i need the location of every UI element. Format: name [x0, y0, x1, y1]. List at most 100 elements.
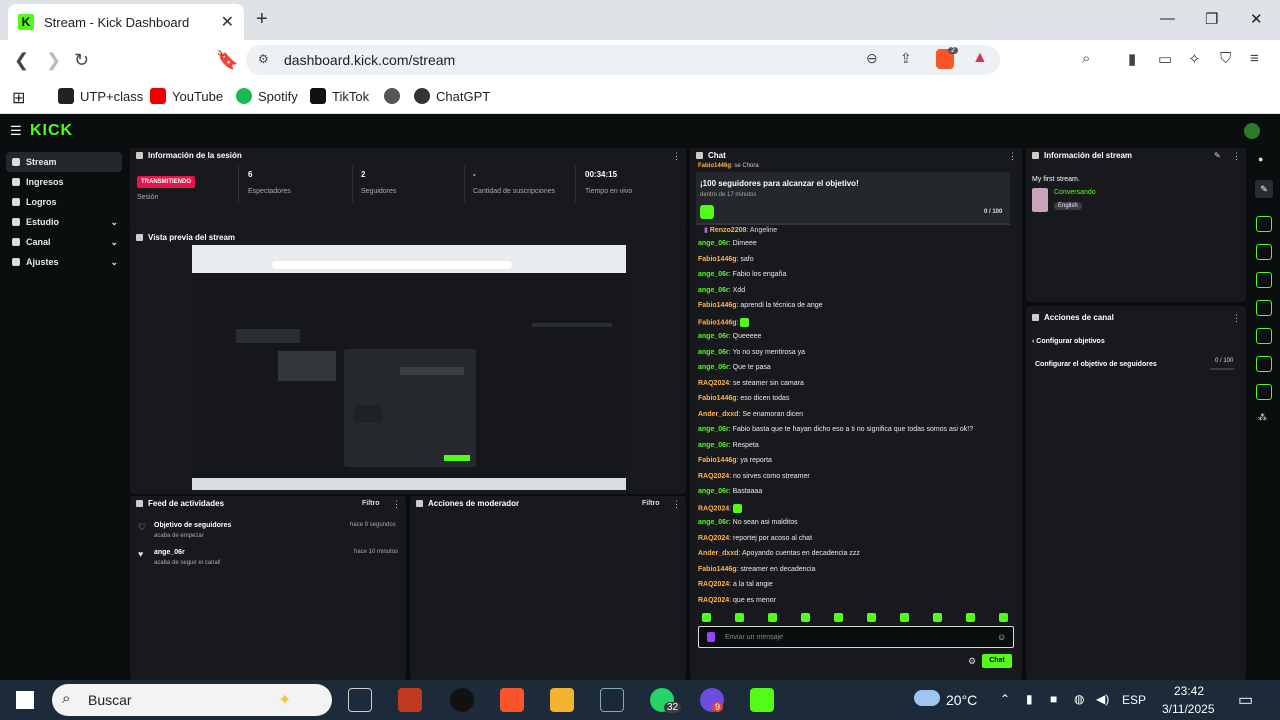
emote-icon[interactable]: [735, 613, 744, 622]
chat-username[interactable]: ange_06r: [698, 488, 729, 495]
sidebar-item-estudio[interactable]: Estudio ⌄: [6, 212, 122, 232]
category-link[interactable]: Conversando: [1054, 189, 1096, 196]
sidebar-item-stream[interactable]: Stream: [6, 152, 122, 172]
close-tab-icon[interactable]: ✕: [221, 12, 234, 32]
windows-start-icon[interactable]: [16, 691, 34, 709]
more-icon[interactable]: ⁂: [1258, 412, 1267, 423]
chat-username[interactable]: RAQ2024: [698, 380, 729, 387]
chat-username[interactable]: ange_06r: [698, 240, 729, 247]
tab-search-icon[interactable]: ⌕: [1082, 50, 1090, 67]
emote-icon[interactable]: [966, 613, 975, 622]
chat-username[interactable]: Fabio1446g: [698, 319, 737, 326]
chat-username[interactable]: ange_06r: [698, 519, 729, 526]
identity-icon[interactable]: [707, 632, 715, 642]
emote-icon[interactable]: [933, 613, 942, 622]
sidebar-toggle-icon[interactable]: ▮: [1128, 50, 1136, 68]
chat-settings-icon[interactable]: ⚙: [968, 656, 976, 667]
forward-icon[interactable]: ❯: [46, 50, 61, 71]
kebab-menu-icon[interactable]: ⋮: [672, 499, 681, 510]
volume-icon[interactable]: ◀): [1096, 692, 1109, 706]
rail-action-icon[interactable]: [1256, 300, 1272, 316]
send-chat-button[interactable]: Chat: [982, 654, 1012, 668]
kick-taskbar-icon[interactable]: [750, 688, 774, 712]
filter-button[interactable]: Filtro: [362, 500, 380, 507]
chat-username[interactable]: Ander_dxxd: [698, 411, 738, 418]
chat-username[interactable]: ange_06r: [698, 426, 729, 433]
sidebar-item-logros[interactable]: Logros: [6, 192, 122, 212]
bookmark-icon[interactable]: 🔖: [216, 50, 238, 71]
filter-button[interactable]: Filtro: [642, 500, 660, 507]
app-icon[interactable]: [398, 688, 422, 712]
app-icon[interactable]: [450, 688, 474, 712]
language-indicator[interactable]: ESP: [1122, 693, 1146, 707]
bookmark-chatgpt[interactable]: ChatGPT: [414, 88, 490, 104]
follower-goal-card[interactable]: ¡100 seguidores para alcanzar el objetiv…: [696, 172, 1010, 225]
chat-username[interactable]: RAQ2024: [698, 535, 729, 542]
chat-username[interactable]: Fabio1446g: [698, 302, 737, 309]
emote-icon[interactable]: [768, 613, 777, 622]
chat-username[interactable]: RAQ2024: [698, 505, 729, 512]
minimize-icon[interactable]: —: [1160, 10, 1175, 27]
bookmark-spotify[interactable]: Spotify: [236, 88, 298, 104]
clock-time[interactable]: 23:42: [1174, 684, 1204, 698]
kebab-menu-icon[interactable]: ⋮: [1008, 151, 1017, 162]
taskbar-search[interactable]: ⌕ Buscar ✦: [52, 684, 332, 716]
camera-icon[interactable]: ■: [1050, 692, 1057, 706]
kebab-menu-icon[interactable]: ⋮: [1232, 151, 1241, 162]
chat-username[interactable]: ange_06r: [698, 287, 729, 294]
chat-username[interactable]: Fabio1446g: [698, 566, 737, 573]
chat-username[interactable]: ange_06r: [698, 442, 729, 449]
notifications-icon[interactable]: ▭: [1238, 690, 1253, 710]
sidebar-item-ingresos[interactable]: Ingresos: [6, 172, 122, 192]
follower-goal-setting[interactable]: Configurar el objetivo de seguidores: [1035, 361, 1157, 368]
emote-icon[interactable]: [900, 613, 909, 622]
kick-logo[interactable]: KICK: [30, 122, 73, 140]
vpn-icon[interactable]: ⛉: [1220, 50, 1231, 67]
brave-rewards-icon[interactable]: ▲: [972, 49, 988, 67]
zoom-icon[interactable]: ⊖: [866, 50, 878, 67]
emote-icon[interactable]: [834, 613, 843, 622]
tray-chevron-icon[interactable]: ⌃: [1000, 692, 1010, 706]
kebab-menu-icon[interactable]: ⋮: [672, 151, 681, 162]
rail-action-icon[interactable]: [1256, 272, 1272, 288]
reload-icon[interactable]: ↻: [74, 50, 89, 71]
sidebar-item-canal[interactable]: Canal ⌄: [6, 232, 122, 252]
rail-action-icon[interactable]: [1256, 328, 1272, 344]
site-settings-icon[interactable]: ⚙: [258, 52, 269, 66]
chat-username[interactable]: Ander_dxxd: [698, 550, 738, 557]
emoji-icon[interactable]: ☺: [997, 632, 1006, 642]
chat-username[interactable]: ange_06r: [698, 271, 729, 278]
edit-icon[interactable]: ✎: [1214, 151, 1221, 160]
rail-action-icon[interactable]: [1256, 216, 1272, 232]
emote-icon[interactable]: [702, 613, 711, 622]
avatar[interactable]: [1244, 123, 1260, 139]
menu-icon[interactable]: ≡: [1250, 50, 1259, 67]
chat-username[interactable]: ange_06r: [698, 349, 729, 356]
temperature[interactable]: 20°C: [946, 692, 977, 708]
wallet-icon[interactable]: ▭: [1158, 50, 1172, 68]
chat-input[interactable]: Enviar un mensaje ☺: [698, 626, 1014, 648]
chat-username[interactable]: Fabio1446g: [698, 256, 737, 263]
address-bar[interactable]: ⚙ dashboard.kick.com/stream ⊖ ⇪ 2 ▲: [246, 45, 1000, 75]
back-icon[interactable]: ❮: [14, 50, 29, 71]
bookmark-utp[interactable]: UTP+class: [58, 88, 143, 104]
rail-action-icon[interactable]: [1256, 384, 1272, 400]
leo-ai-icon[interactable]: ✧: [1188, 50, 1201, 68]
rail-action-icon[interactable]: [1256, 356, 1272, 372]
back-configure-goals[interactable]: ‹ Configurar objetivos: [1032, 338, 1105, 345]
rail-action-icon[interactable]: [1256, 244, 1272, 260]
chat-username[interactable]: Fabio1446g: [698, 395, 737, 402]
brave-icon[interactable]: [500, 688, 524, 712]
chat-username[interactable]: RAQ2024: [698, 473, 729, 480]
task-view-icon[interactable]: [348, 688, 372, 712]
chat-username[interactable]: RAQ2024: [698, 581, 729, 588]
chat-username[interactable]: ange_06r: [698, 364, 729, 371]
steam-icon[interactable]: [600, 688, 624, 712]
chat-username[interactable]: Fabio1446g: [698, 457, 737, 464]
info-circle-icon[interactable]: ●: [1258, 154, 1263, 164]
new-tab-icon[interactable]: +: [256, 8, 268, 31]
edit-rail-icon[interactable]: ✎: [1255, 180, 1273, 198]
emote-icon[interactable]: [801, 613, 810, 622]
emote-icon[interactable]: [867, 613, 876, 622]
file-explorer-icon[interactable]: [550, 688, 574, 712]
